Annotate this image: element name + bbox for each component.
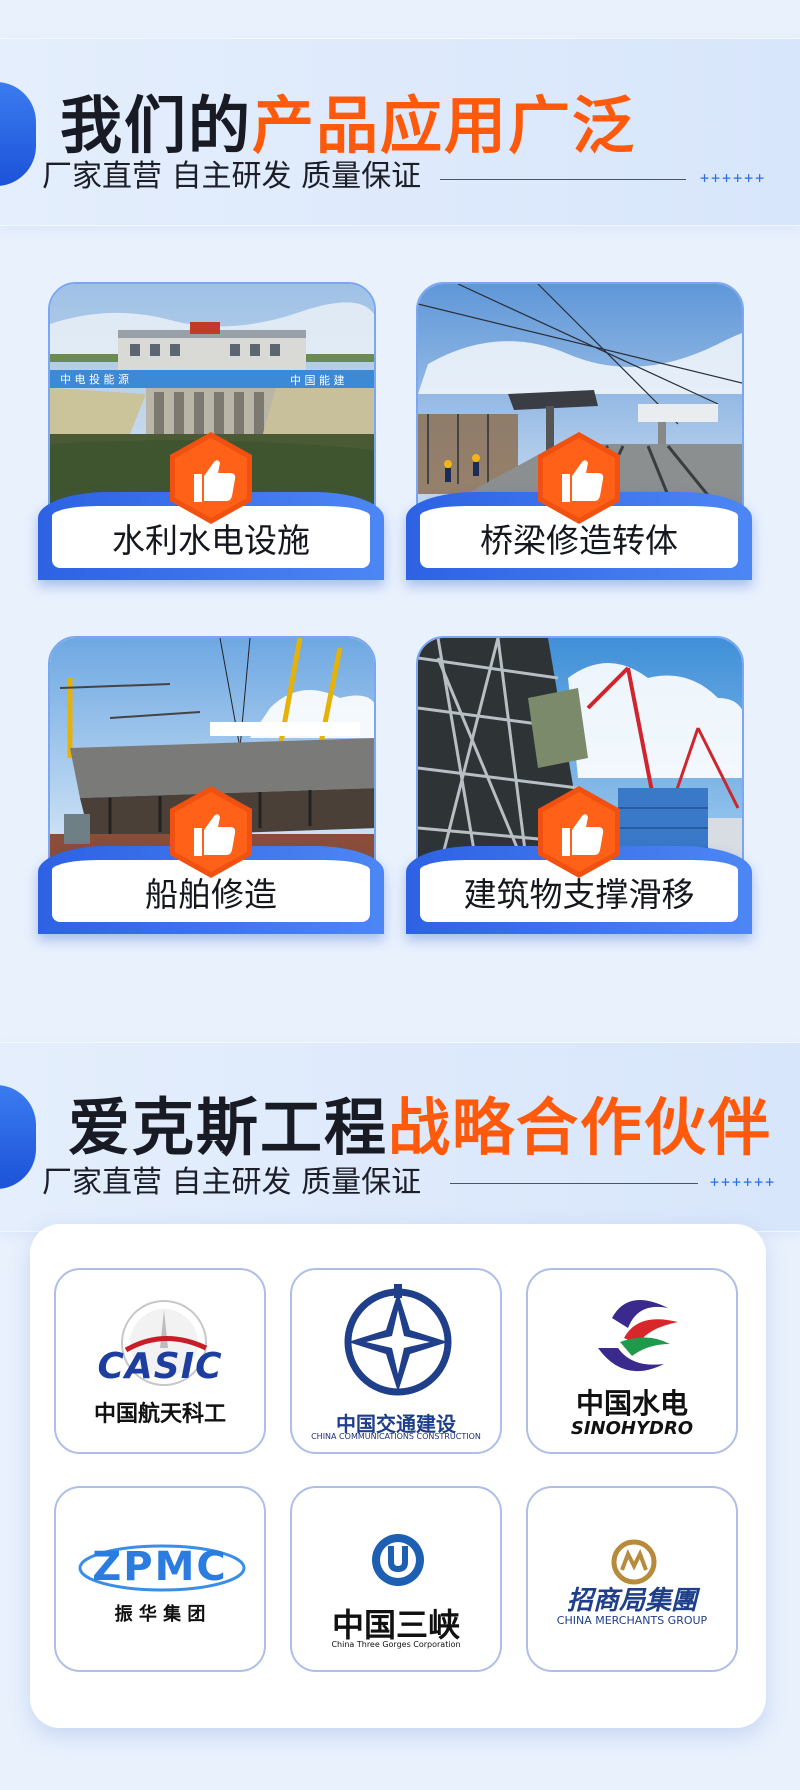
thumbs-up-icon [536,784,622,880]
thumbs-up-icon [168,430,254,526]
section-subtitle: 厂家直营 自主研发 质量保证 [42,1165,422,1200]
section-header-partners: 爱克斯工程战略合作伙伴 厂家直营 自主研发 质量保证 ++++++ [0,1042,800,1232]
svg-text:中 国 能 建: 中 国 能 建 [290,373,345,387]
partner-name: 振 华 集 团 [114,1604,206,1625]
partner-name: 招商局集團 [566,1586,697,1616]
section-title: 爱克斯工程战略合作伙伴 [68,1091,773,1164]
partner-mark: ZPMC [92,1544,228,1590]
partner-subname: CHINA COMMUNICATIONS CONSTRUCTION [311,1432,481,1441]
sinohydro-emblem-icon [598,1300,678,1372]
divider-line [440,179,686,180]
thumbs-up-icon [536,430,622,526]
partner-name: 中国水电 [575,1387,688,1420]
partner-logo-zpmc[interactable]: ZPMC 振 华 集 团 [54,1486,266,1672]
partner-logo-cccc[interactable]: 中国交通建设 CHINA COMMUNICATIONS CONSTRUCTION [290,1268,502,1454]
partner-subname: CHINA MERCHANTS GROUP [556,1614,708,1627]
partner-logo-three-gorges[interactable]: 中国三峡 China Three Gorges Corporation [290,1486,502,1672]
divider-line [450,1183,698,1184]
three-gorges-emblem-icon [372,1534,424,1586]
plus-decoration: ++++++ [700,169,767,187]
partner-logo-casic[interactable]: CASIC 中国航天科工 [54,1268,266,1454]
svg-text:中 电 投 能 源: 中 电 投 能 源 [60,372,129,386]
partner-subname: China Three Gorges Corporation [331,1640,461,1649]
section-header-products: 我们的产品应用广泛 厂家直营 自主研发 质量保证 ++++++ [0,38,800,226]
application-card-ship[interactable]: 船舶修造 [38,636,384,956]
header-tab-decoration [0,82,36,186]
application-card-hydro[interactable]: 中 国 能 建中 电 投 能 源 水利水电设施 [38,282,384,602]
header-tab-decoration [0,1085,36,1189]
partner-mark: CASIC [97,1346,223,1387]
partner-logo-panel: CASIC 中国航天科工 中国交通建设 CHINA COMMUNICATIONS… [30,1224,766,1728]
partner-subname: SINOHYDRO [570,1418,694,1439]
thumbs-up-icon [168,784,254,880]
plus-decoration: ++++++ [710,1173,777,1191]
cccc-emblem-icon [344,1284,452,1396]
partner-name: 中国航天科工 [93,1402,226,1427]
application-card-bridge[interactable]: 桥梁修造转体 [406,282,752,602]
application-card-building[interactable]: 建筑物支撑滑移 [406,636,752,956]
partner-logo-sinohydro[interactable]: 中国水电 SINOHYDRO [526,1268,738,1454]
section-subtitle: 厂家直营 自主研发 质量保证 [42,159,422,194]
partner-logo-china-merchants[interactable]: 招商局集團 CHINA MERCHANTS GROUP [526,1486,738,1672]
